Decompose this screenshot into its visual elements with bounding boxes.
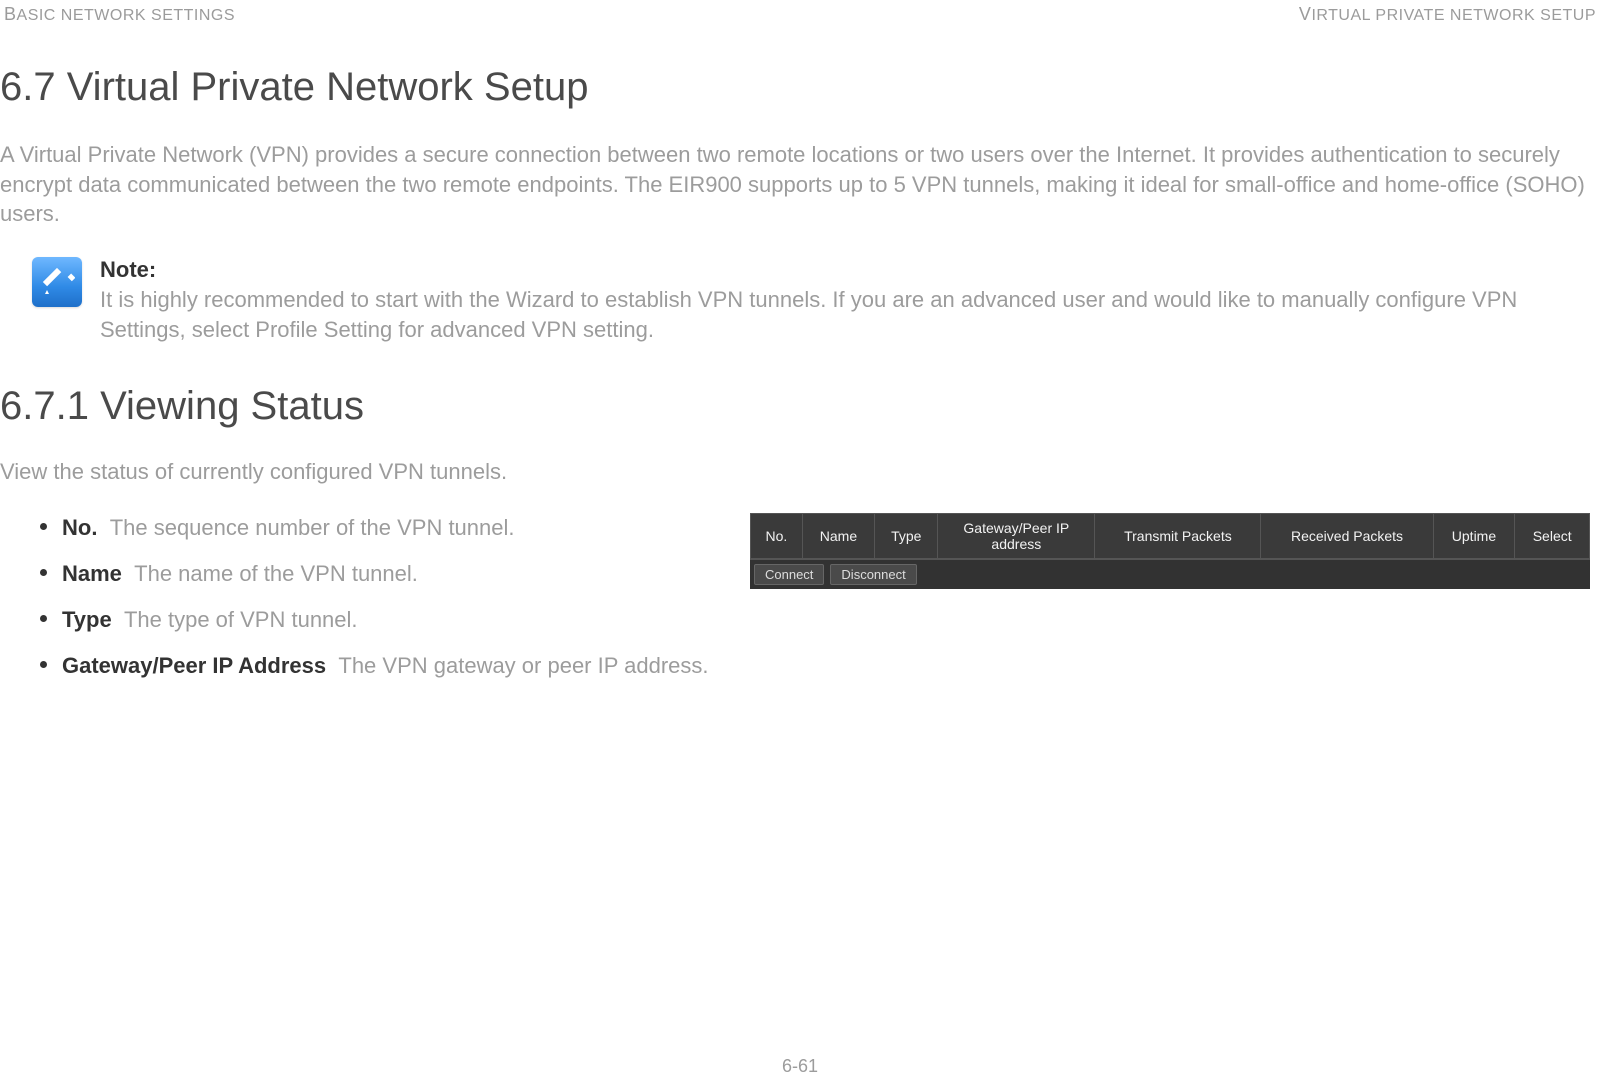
field-term: No. — [62, 515, 97, 540]
field-desc: The type of VPN tunnel. — [124, 607, 358, 632]
note-body: It is highly recommended to start with t… — [100, 287, 1517, 342]
list-item: Name The name of the VPN tunnel. — [40, 559, 720, 589]
connect-button[interactable]: Connect — [754, 564, 824, 585]
disconnect-button[interactable]: Disconnect — [830, 564, 916, 585]
field-term: Gateway/Peer IP Address — [62, 653, 326, 678]
vpn-status-screenshot: No. Name Type Gateway/Peer IP address Tr… — [750, 513, 1590, 589]
field-desc: The sequence number of the VPN tunnel. — [110, 515, 515, 540]
th-rx: Received Packets — [1261, 514, 1433, 559]
list-item: Type The type of VPN tunnel. — [40, 605, 720, 635]
field-term: Type — [62, 607, 112, 632]
note-block: Note: It is highly recommended to start … — [32, 257, 1600, 344]
field-desc: The name of the VPN tunnel. — [134, 561, 418, 586]
th-name: Name — [802, 514, 874, 559]
th-gateway: Gateway/Peer IP address — [938, 514, 1095, 559]
vpn-status-table: No. Name Type Gateway/Peer IP address Tr… — [750, 513, 1590, 559]
subsection-title: 6.7.1 Viewing Status — [0, 384, 1600, 429]
th-no: No. — [751, 514, 803, 559]
th-select: Select — [1515, 514, 1590, 559]
field-term: Name — [62, 561, 122, 586]
page-header: BASIC NETWORK SETTINGS VIRTUAL PRIVATE N… — [0, 0, 1600, 25]
vpn-button-row: Connect Disconnect — [750, 559, 1590, 589]
section-intro: A Virtual Private Network (VPN) provides… — [0, 140, 1600, 229]
pencil-note-icon — [32, 257, 82, 307]
list-item: No. The sequence number of the VPN tunne… — [40, 513, 720, 543]
th-type: Type — [875, 514, 938, 559]
th-uptime: Uptime — [1433, 514, 1515, 559]
page-number: 6-61 — [0, 1056, 1600, 1077]
list-item: Gateway/Peer IP Address The VPN gateway … — [40, 651, 720, 681]
header-right: VIRTUAL PRIVATE NETWORK SETUP — [1299, 4, 1596, 25]
th-tx: Transmit Packets — [1095, 514, 1261, 559]
field-list: No. The sequence number of the VPN tunne… — [0, 513, 720, 680]
header-left: BASIC NETWORK SETTINGS — [4, 4, 235, 25]
section-title: 6.7 Virtual Private Network Setup — [0, 65, 1600, 110]
subsection-intro: View the status of currently configured … — [0, 459, 1600, 485]
note-label: Note: — [100, 257, 1600, 283]
field-desc: The VPN gateway or peer IP address. — [338, 653, 708, 678]
